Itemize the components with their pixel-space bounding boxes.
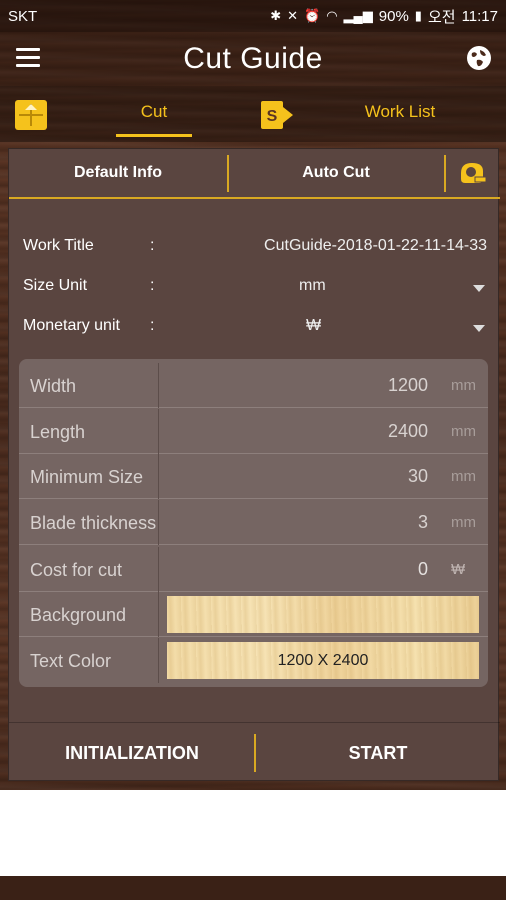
length-label: Length bbox=[19, 409, 159, 454]
subtab-default-info[interactable]: Default Info bbox=[9, 149, 227, 197]
size-unit-row[interactable]: Size Unit : mm bbox=[23, 277, 489, 301]
colon: : bbox=[150, 237, 155, 254]
tab-cut[interactable]: Cut bbox=[116, 86, 192, 138]
active-tab-indicator bbox=[116, 134, 192, 137]
time-prefix: 오전 bbox=[427, 8, 456, 26]
length-unit: mm bbox=[451, 423, 476, 440]
width-label: Width bbox=[19, 363, 159, 408]
minimum-size-unit: mm bbox=[451, 468, 476, 485]
subtab-auto-cut[interactable]: Auto Cut bbox=[229, 149, 443, 197]
tab-work-list[interactable]: Work List bbox=[350, 86, 450, 138]
status-bar: SKT ✱ ✕ ⏰ ◠ ▂▄▆ 90% ▮ 오전 11:17 bbox=[0, 0, 506, 32]
cost-for-cut-unit: ₩ bbox=[451, 561, 466, 578]
background-label: Background bbox=[19, 592, 159, 637]
monetary-unit-value[interactable]: ₩ bbox=[306, 317, 321, 335]
cost-for-cut-label: Cost for cut bbox=[19, 547, 159, 592]
grid-row-cost-for-cut: Cost for cut 0 ₩ bbox=[19, 547, 488, 592]
work-title-row: Work Title : CutGuide-2018-01-22-11-14-3… bbox=[23, 237, 489, 261]
hamburger-menu-icon[interactable] bbox=[16, 48, 40, 68]
width-unit: mm bbox=[451, 377, 476, 394]
monetary-unit-row[interactable]: Monetary unit : ₩ bbox=[23, 317, 489, 341]
blade-thickness-input[interactable]: 3 bbox=[160, 500, 428, 545]
tape-measure-icon[interactable] bbox=[457, 159, 487, 187]
signal-icon: ▂▄▆ bbox=[343, 8, 373, 23]
carrier-label: SKT bbox=[8, 7, 38, 25]
app-bar: Cut Guide bbox=[0, 32, 506, 86]
app-title: Cut Guide bbox=[183, 42, 323, 75]
background-swatch[interactable] bbox=[167, 596, 479, 633]
length-input[interactable]: 2400 bbox=[160, 409, 428, 454]
grid-row-background: Background bbox=[19, 592, 488, 637]
ad-area bbox=[0, 790, 506, 876]
chevron-down-icon[interactable] bbox=[473, 285, 485, 292]
battery-percent: 90% bbox=[378, 7, 409, 25]
mute-icon: ✕ bbox=[287, 8, 299, 23]
start-button[interactable]: START bbox=[256, 723, 500, 783]
grid-row-text-color: Text Color 1200 X 2400 bbox=[19, 638, 488, 683]
text-color-label: Text Color bbox=[19, 638, 159, 683]
initialization-button[interactable]: INITIALIZATION bbox=[9, 723, 255, 783]
battery-icon: ▮ bbox=[414, 8, 422, 23]
cut-tab-icon[interactable] bbox=[13, 98, 49, 132]
grid-row-width: Width 1200 mm bbox=[19, 363, 488, 408]
grid-row-length: Length 2400 mm bbox=[19, 409, 488, 454]
blade-thickness-unit: mm bbox=[451, 514, 476, 531]
bluetooth-icon: ✱ bbox=[270, 8, 282, 23]
grid-row-minimum-size: Minimum Size 30 mm bbox=[19, 454, 488, 499]
action-bar: INITIALIZATION START bbox=[9, 722, 500, 782]
size-unit-label: Size Unit bbox=[23, 277, 88, 294]
blade-thickness-label: Blade thickness bbox=[19, 500, 159, 545]
alarm-icon: ⏰ bbox=[304, 8, 321, 23]
work-list-tab-icon[interactable]: S bbox=[259, 99, 295, 131]
bottom-wood-strip bbox=[0, 876, 506, 900]
svg-text:S: S bbox=[267, 108, 278, 125]
globe-icon[interactable] bbox=[466, 45, 492, 71]
colon: : bbox=[150, 277, 155, 294]
status-indicators: ✱ ✕ ⏰ ◠ ▂▄▆ 90% ▮ 오전 11:17 bbox=[270, 6, 498, 27]
colon: : bbox=[150, 317, 155, 334]
work-title-value[interactable]: CutGuide-2018-01-22-11-14-33 bbox=[264, 237, 487, 255]
clock-time: 11:17 bbox=[461, 7, 498, 25]
grid-row-blade-thickness: Blade thickness 3 mm bbox=[19, 500, 488, 545]
dimension-grid: Width 1200 mm Length 2400 mm Minimum Siz… bbox=[19, 359, 488, 687]
wifi-icon: ◠ bbox=[326, 8, 338, 23]
width-input[interactable]: 1200 bbox=[160, 363, 428, 408]
subtab-divider bbox=[444, 155, 446, 192]
text-color-swatch[interactable]: 1200 X 2400 bbox=[167, 642, 479, 679]
size-unit-value[interactable]: mm bbox=[299, 277, 326, 295]
chevron-down-icon[interactable] bbox=[473, 325, 485, 332]
minimum-size-input[interactable]: 30 bbox=[160, 454, 428, 499]
cost-for-cut-input[interactable]: 0 bbox=[160, 547, 428, 592]
work-title-label: Work Title bbox=[23, 237, 94, 254]
cut-settings-panel: Default Info Auto Cut Work Title : CutGu… bbox=[8, 148, 500, 782]
subtabs: Default Info Auto Cut bbox=[9, 149, 500, 199]
minimum-size-label: Minimum Size bbox=[19, 454, 159, 499]
monetary-unit-label: Monetary unit bbox=[23, 317, 120, 334]
